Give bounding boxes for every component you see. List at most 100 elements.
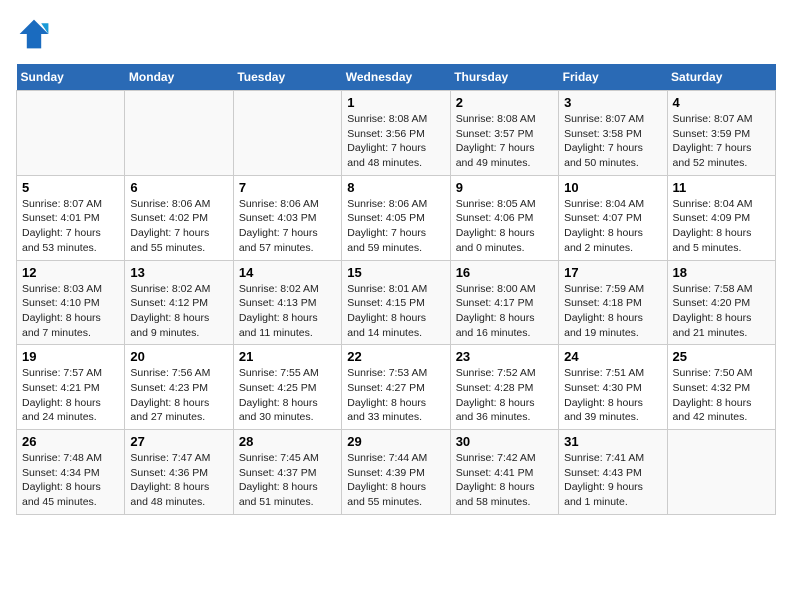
calendar-cell: 3Sunrise: 8:07 AM Sunset: 3:58 PM Daylig…: [559, 91, 667, 176]
header-cell-wednesday: Wednesday: [342, 64, 450, 91]
day-info: Sunrise: 8:07 AM Sunset: 3:59 PM Dayligh…: [673, 112, 770, 171]
week-row-1: 1Sunrise: 8:08 AM Sunset: 3:56 PM Daylig…: [17, 91, 776, 176]
day-number: 16: [456, 265, 553, 280]
day-info: Sunrise: 8:06 AM Sunset: 4:03 PM Dayligh…: [239, 197, 336, 256]
day-number: 10: [564, 180, 661, 195]
calendar-cell: 15 Sunrise: 8:01 AM Sunset: 4:15 PM Dayli…: [342, 260, 450, 345]
calendar-cell: 5 Sunrise: 8:07 AM Sunset: 4:01 PM Daylig…: [17, 175, 125, 260]
header-cell-saturday: Saturday: [667, 64, 775, 91]
calendar-cell: 17Sunrise: 7:59 AM Sunset: 4:18 PM Dayli…: [559, 260, 667, 345]
day-info: Sunrise: 8:06 AM Sunset: 4:02 PM Dayligh…: [130, 197, 227, 256]
calendar-cell: 11 Sunrise: 8:04 AM Sunset: 4:09 PM Dayli…: [667, 175, 775, 260]
header-cell-monday: Monday: [125, 64, 233, 91]
day-number: 5: [22, 180, 119, 195]
calendar-cell: 13Sunrise: 8:02 AM Sunset: 4:12 PM Dayli…: [125, 260, 233, 345]
day-info: Sunrise: 7:58 AM Sunset: 4:20 PM Dayligh…: [673, 282, 770, 341]
day-info: Sunrise: 7:57 AM Sunset: 4:21 PM Dayligh…: [22, 366, 119, 425]
day-info: Sunrise: 8:06 AM Sunset: 4:05 PM Dayligh…: [347, 197, 444, 256]
day-info: Sunrise: 8:03 AM Sunset: 4:10 PM Dayligh…: [22, 282, 119, 341]
day-number: 31: [564, 434, 661, 449]
header-cell-thursday: Thursday: [450, 64, 558, 91]
calendar-cell: 24 Sunrise: 7:51 AM Sunset: 4:30 PM Dayli…: [559, 345, 667, 430]
day-info: Sunrise: 8:04 AM Sunset: 4:07 PM Dayligh…: [564, 197, 661, 256]
calendar-cell: 18 Sunrise: 7:58 AM Sunset: 4:20 PM Dayli…: [667, 260, 775, 345]
day-info: Sunrise: 7:56 AM Sunset: 4:23 PM Dayligh…: [130, 366, 227, 425]
day-number: 18: [673, 265, 770, 280]
logo-icon: [16, 16, 52, 52]
calendar-cell: 2 Sunrise: 8:08 AM Sunset: 3:57 PM Daylig…: [450, 91, 558, 176]
week-row-4: 19 Sunrise: 7:57 AM Sunset: 4:21 PM Dayli…: [17, 345, 776, 430]
calendar-cell: 16 Sunrise: 8:00 AM Sunset: 4:17 PM Dayli…: [450, 260, 558, 345]
calendar-cell: 22Sunrise: 7:53 AM Sunset: 4:27 PM Dayli…: [342, 345, 450, 430]
calendar-cell: 28 Sunrise: 7:45 AM Sunset: 4:37 PM Dayli…: [233, 430, 341, 515]
calendar-cell: 29Sunrise: 7:44 AM Sunset: 4:39 PM Dayli…: [342, 430, 450, 515]
calendar-cell: [667, 430, 775, 515]
calendar-cell: [125, 91, 233, 176]
day-number: 12: [22, 265, 119, 280]
day-number: 19: [22, 349, 119, 364]
calendar-cell: 21 Sunrise: 7:55 AM Sunset: 4:25 PM Dayli…: [233, 345, 341, 430]
calendar-cell: 9Sunrise: 8:05 AM Sunset: 4:06 PM Daylig…: [450, 175, 558, 260]
calendar-cell: 23 Sunrise: 7:52 AM Sunset: 4:28 PM Dayli…: [450, 345, 558, 430]
day-info: Sunrise: 7:44 AM Sunset: 4:39 PM Dayligh…: [347, 451, 444, 510]
day-number: 30: [456, 434, 553, 449]
day-number: 21: [239, 349, 336, 364]
calendar-cell: 7 Sunrise: 8:06 AM Sunset: 4:03 PM Daylig…: [233, 175, 341, 260]
calendar-cell: 31 Sunrise: 7:41 AM Sunset: 4:43 PM Dayli…: [559, 430, 667, 515]
week-row-5: 26 Sunrise: 7:48 AM Sunset: 4:34 PM Dayli…: [17, 430, 776, 515]
day-number: 20: [130, 349, 227, 364]
calendar-cell: 8 Sunrise: 8:06 AM Sunset: 4:05 PM Daylig…: [342, 175, 450, 260]
header-row: SundayMondayTuesdayWednesdayThursdayFrid…: [17, 64, 776, 91]
day-number: 14: [239, 265, 336, 280]
day-number: 2: [456, 95, 553, 110]
calendar-cell: 14 Sunrise: 8:02 AM Sunset: 4:13 PM Dayli…: [233, 260, 341, 345]
day-info: Sunrise: 8:04 AM Sunset: 4:09 PM Dayligh…: [673, 197, 770, 256]
day-number: 17: [564, 265, 661, 280]
header: [16, 16, 776, 52]
day-info: Sunrise: 7:41 AM Sunset: 4:43 PM Dayligh…: [564, 451, 661, 510]
day-info: Sunrise: 7:51 AM Sunset: 4:30 PM Dayligh…: [564, 366, 661, 425]
calendar-cell: 1Sunrise: 8:08 AM Sunset: 3:56 PM Daylig…: [342, 91, 450, 176]
logo: [16, 16, 56, 52]
day-number: 9: [456, 180, 553, 195]
calendar-cell: [17, 91, 125, 176]
day-info: Sunrise: 8:02 AM Sunset: 4:13 PM Dayligh…: [239, 282, 336, 341]
day-number: 6: [130, 180, 227, 195]
day-number: 7: [239, 180, 336, 195]
calendar-cell: [233, 91, 341, 176]
week-row-3: 12 Sunrise: 8:03 AM Sunset: 4:10 PM Dayli…: [17, 260, 776, 345]
header-cell-tuesday: Tuesday: [233, 64, 341, 91]
day-info: Sunrise: 8:08 AM Sunset: 3:57 PM Dayligh…: [456, 112, 553, 171]
day-number: 26: [22, 434, 119, 449]
calendar-cell: 25Sunrise: 7:50 AM Sunset: 4:32 PM Dayli…: [667, 345, 775, 430]
calendar-cell: 19 Sunrise: 7:57 AM Sunset: 4:21 PM Dayli…: [17, 345, 125, 430]
day-info: Sunrise: 8:02 AM Sunset: 4:12 PM Dayligh…: [130, 282, 227, 341]
day-number: 11: [673, 180, 770, 195]
day-number: 28: [239, 434, 336, 449]
day-info: Sunrise: 7:42 AM Sunset: 4:41 PM Dayligh…: [456, 451, 553, 510]
day-info: Sunrise: 8:01 AM Sunset: 4:15 PM Dayligh…: [347, 282, 444, 341]
day-number: 15: [347, 265, 444, 280]
calendar-cell: 30 Sunrise: 7:42 AM Sunset: 4:41 PM Dayli…: [450, 430, 558, 515]
day-number: 23: [456, 349, 553, 364]
calendar-table: SundayMondayTuesdayWednesdayThursdayFrid…: [16, 64, 776, 515]
day-number: 24: [564, 349, 661, 364]
day-number: 25: [673, 349, 770, 364]
day-info: Sunrise: 7:53 AM Sunset: 4:27 PM Dayligh…: [347, 366, 444, 425]
day-info: Sunrise: 7:55 AM Sunset: 4:25 PM Dayligh…: [239, 366, 336, 425]
day-info: Sunrise: 7:47 AM Sunset: 4:36 PM Dayligh…: [130, 451, 227, 510]
calendar-cell: 26 Sunrise: 7:48 AM Sunset: 4:34 PM Dayli…: [17, 430, 125, 515]
header-cell-friday: Friday: [559, 64, 667, 91]
day-info: Sunrise: 8:07 AM Sunset: 4:01 PM Dayligh…: [22, 197, 119, 256]
day-info: Sunrise: 7:45 AM Sunset: 4:37 PM Dayligh…: [239, 451, 336, 510]
day-info: Sunrise: 8:07 AM Sunset: 3:58 PM Dayligh…: [564, 112, 661, 171]
calendar-cell: 20 Sunrise: 7:56 AM Sunset: 4:23 PM Dayli…: [125, 345, 233, 430]
day-info: Sunrise: 7:52 AM Sunset: 4:28 PM Dayligh…: [456, 366, 553, 425]
day-info: Sunrise: 8:00 AM Sunset: 4:17 PM Dayligh…: [456, 282, 553, 341]
header-cell-sunday: Sunday: [17, 64, 125, 91]
day-number: 4: [673, 95, 770, 110]
calendar-cell: 4 Sunrise: 8:07 AM Sunset: 3:59 PM Daylig…: [667, 91, 775, 176]
day-info: Sunrise: 7:48 AM Sunset: 4:34 PM Dayligh…: [22, 451, 119, 510]
calendar-cell: 27Sunrise: 7:47 AM Sunset: 4:36 PM Dayli…: [125, 430, 233, 515]
day-number: 8: [347, 180, 444, 195]
